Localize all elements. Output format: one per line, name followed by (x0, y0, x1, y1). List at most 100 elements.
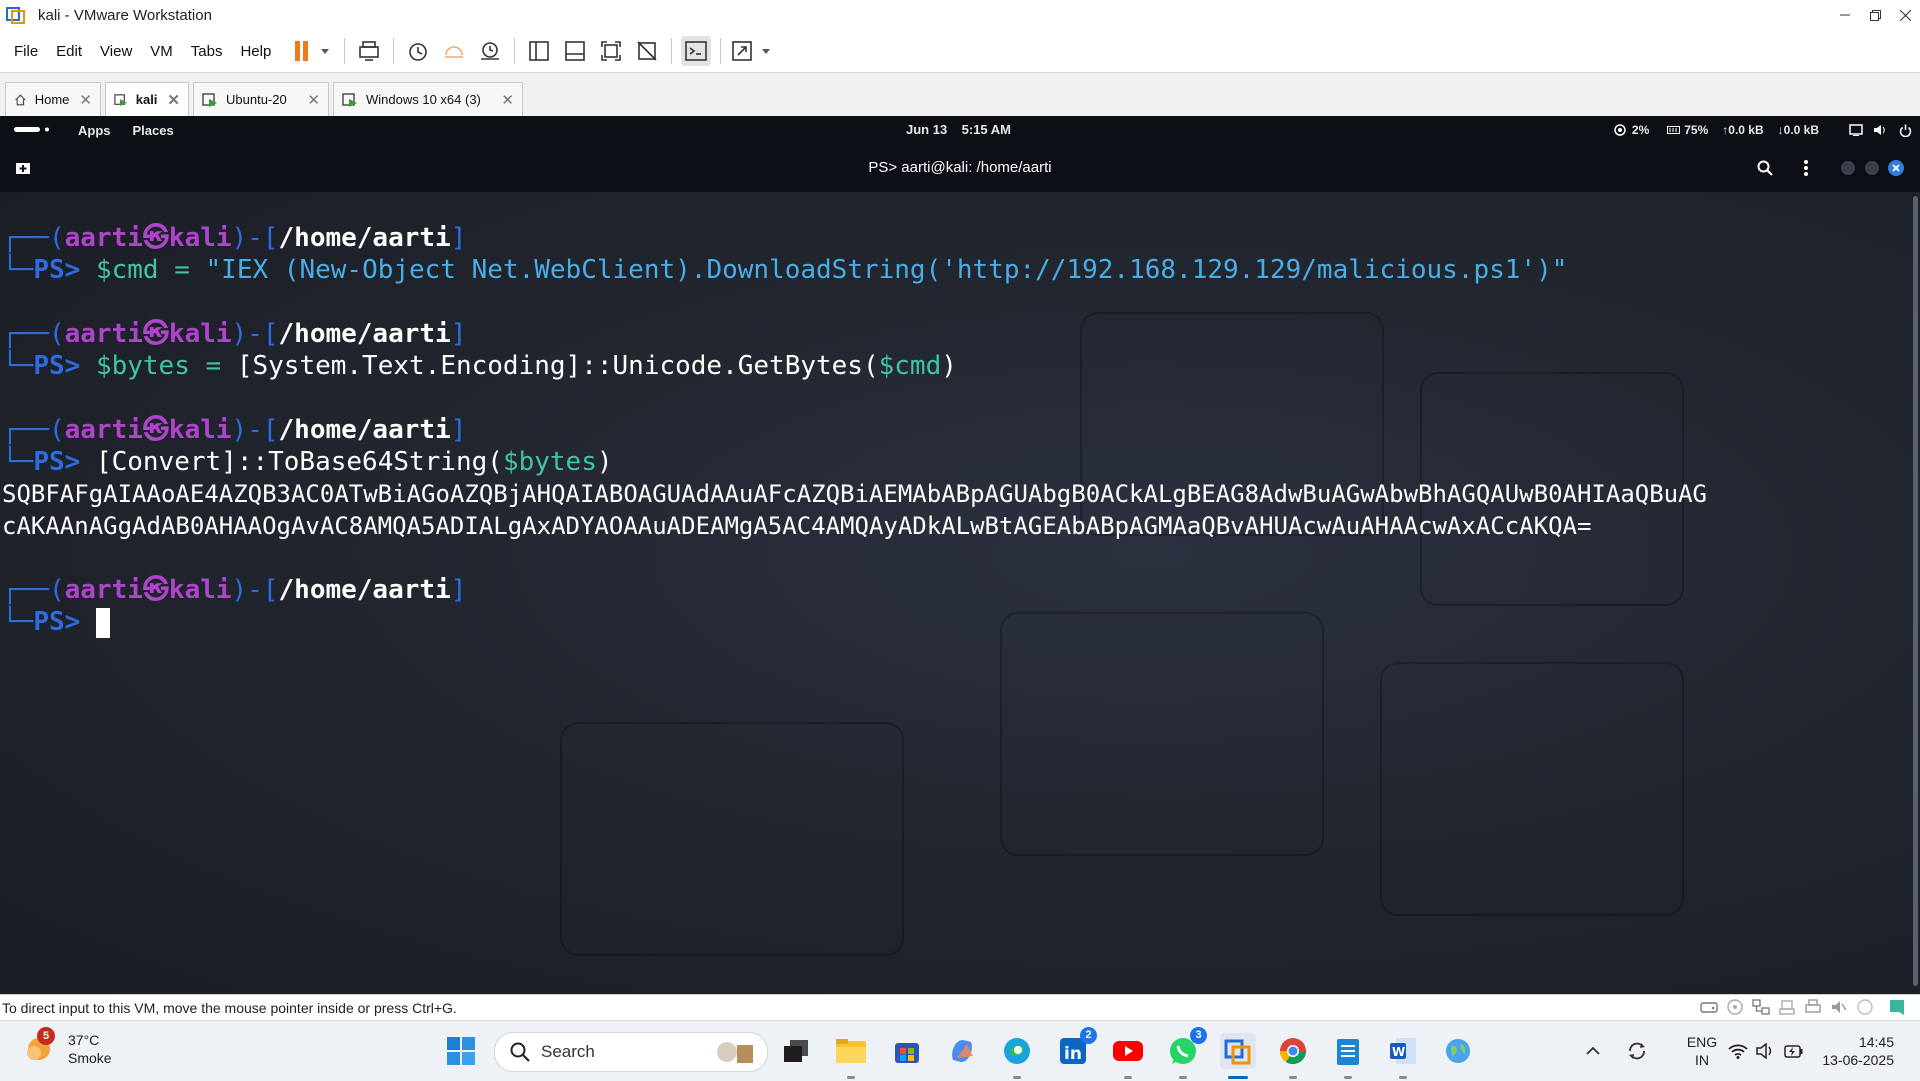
cd-dvd-icon[interactable] (1726, 998, 1744, 1016)
full-screen-button[interactable] (596, 36, 626, 66)
start-button[interactable] (443, 1033, 479, 1069)
background-key-shape (1000, 612, 1324, 856)
taskbar-copilot[interactable] (944, 1033, 980, 1069)
terminal-body[interactable]: ┌──(aarti㉿kali)-[/home/aarti] └─PS> $cmd… (0, 192, 1920, 994)
terminal-scrollbar[interactable] (1913, 196, 1918, 986)
display-icon[interactable] (1849, 124, 1863, 136)
prompt-host: kali (168, 223, 232, 253)
search-highlight-image-icon (717, 1042, 753, 1063)
menu-file[interactable]: File (5, 43, 47, 60)
unity-button[interactable] (632, 36, 662, 66)
speaker-icon[interactable] (1756, 1043, 1776, 1059)
window-title: kali - VMware Workstation (38, 6, 212, 24)
sound-card-icon[interactable] (1830, 998, 1848, 1016)
close-button[interactable] (1890, 0, 1920, 30)
maximize-dot-icon[interactable] (1865, 161, 1879, 175)
tab-kali[interactable]: kali ✕ (105, 82, 189, 116)
revert-snapshot-button[interactable] (439, 36, 469, 66)
thumbnail-bar-button[interactable] (560, 36, 590, 66)
show-library-button[interactable] (524, 36, 554, 66)
usb-icon[interactable] (1778, 998, 1796, 1016)
printer-icon[interactable] (1804, 998, 1822, 1016)
system-clock[interactable]: 14:45 13-06-2025 (1814, 1033, 1894, 1069)
close-dot-icon[interactable] (1888, 160, 1904, 176)
windows-taskbar: 5 37°C Smoke Search in 2 3 W ENG IN 14:4… (0, 1020, 1920, 1081)
prompt-user: aarti (64, 319, 143, 349)
taskbar-chrome[interactable] (1275, 1033, 1311, 1079)
taskbar-whatsapp[interactable]: 3 (1165, 1027, 1207, 1079)
volume-icon[interactable] (1873, 124, 1887, 136)
kali-top-panel: Apps Places Jun 13 5:15 AM 2% 75% ↑0.0 k… (0, 116, 1920, 144)
window-controls (1830, 0, 1920, 30)
apps-menu[interactable]: Apps (78, 123, 111, 138)
tab-home[interactable]: Home ✕ (5, 82, 101, 116)
unity-icon (637, 41, 657, 61)
minimize-button[interactable] (1830, 0, 1860, 30)
chevron-up-icon[interactable] (1586, 1046, 1600, 1056)
take-snapshot-button[interactable] (403, 36, 433, 66)
task-view-button[interactable] (778, 1033, 814, 1069)
snapshot-manager-button[interactable] (475, 36, 505, 66)
toolbar-separator (393, 38, 395, 64)
language-indicator[interactable]: ENG IN (1682, 1033, 1722, 1069)
taskbar-notepad[interactable] (1330, 1033, 1366, 1079)
taskbar-file-explorer[interactable] (833, 1033, 869, 1079)
taskbar-globe-app[interactable] (1440, 1033, 1476, 1069)
taskbar-vmware-workstation[interactable] (1220, 1033, 1256, 1079)
close-paren: ) (596, 447, 613, 477)
ps-prompt: PS> (33, 607, 81, 637)
network-adapter-icon[interactable] (1752, 998, 1770, 1016)
tab-close-icon[interactable]: ✕ (157, 91, 180, 109)
display-settings-icon[interactable] (1856, 998, 1874, 1016)
taskbar-word[interactable]: W (1385, 1033, 1421, 1079)
prompt-line: ┌──(aarti㉿kali)-[/home/aarti] (2, 319, 467, 349)
console-view-icon (685, 41, 708, 61)
stretch-guest-button[interactable] (730, 36, 776, 66)
menu-help[interactable]: Help (231, 43, 280, 60)
wifi-icon[interactable] (1728, 1043, 1748, 1059)
ps-prompt: PS> (33, 351, 81, 381)
taskbar-microsoft-store[interactable] (889, 1033, 925, 1069)
menu-view[interactable]: View (91, 43, 141, 60)
send-ctrl-alt-del-button[interactable] (354, 36, 384, 66)
pause-icon (295, 41, 330, 61)
restore-icon (1869, 9, 1881, 21)
battery-charging-icon[interactable] (1784, 1043, 1804, 1059)
sync-icon[interactable] (1626, 1040, 1648, 1062)
tab-ubuntu[interactable]: Ubuntu-20 ✕ (193, 82, 329, 116)
taskbar-linkedin[interactable]: in 2 (1055, 1027, 1097, 1069)
power-icon[interactable] (1899, 124, 1912, 137)
weather-widget[interactable]: 5 37°C Smoke (22, 1027, 112, 1067)
restore-button[interactable] (1860, 0, 1890, 30)
panel-clock[interactable]: Jun 13 5:15 AM (906, 122, 1011, 137)
console-view-button[interactable] (681, 36, 712, 66)
vmware-status-bar: To direct input to this VM, move the mou… (0, 994, 1920, 1021)
edge-browser-icon (1004, 1038, 1030, 1064)
pause-button[interactable] (291, 36, 335, 66)
globe-app-icon (1446, 1039, 1470, 1063)
hard-disk-icon[interactable] (1700, 998, 1718, 1016)
kebab-menu-icon[interactable] (1803, 159, 1809, 177)
assign-operator: = (189, 351, 237, 381)
taskbar-edge[interactable] (999, 1033, 1035, 1079)
search-placeholder: Search (541, 1042, 595, 1061)
command-line: └─PS> $cmd = "IEX (New-Object Net.WebCli… (2, 255, 1568, 285)
vmware-title-bar: kali - VMware Workstation (0, 0, 1920, 30)
message-log-icon[interactable] (1888, 998, 1906, 1016)
kali-menu-icon[interactable] (14, 125, 54, 135)
minimize-icon (1840, 14, 1850, 16)
running-indicator (1179, 1076, 1187, 1079)
places-menu[interactable]: Places (133, 123, 174, 138)
prompt-line: ┌──(aarti㉿kali)-[/home/aarti] (2, 223, 467, 253)
tab-close-icon[interactable]: ✕ (69, 91, 92, 109)
tab-close-icon[interactable]: ✕ (491, 91, 514, 109)
menu-tabs[interactable]: Tabs (182, 43, 232, 60)
taskbar-search-box[interactable]: Search (494, 1032, 768, 1072)
menu-vm[interactable]: VM (141, 43, 182, 60)
taskbar-youtube[interactable] (1110, 1033, 1146, 1079)
minimize-dot-icon[interactable] (1841, 161, 1855, 175)
search-icon[interactable] (1757, 160, 1773, 176)
tab-windows10[interactable]: Windows 10 x64 (3) ✕ (333, 82, 523, 116)
tab-close-icon[interactable]: ✕ (297, 91, 320, 109)
menu-edit[interactable]: Edit (47, 43, 91, 60)
